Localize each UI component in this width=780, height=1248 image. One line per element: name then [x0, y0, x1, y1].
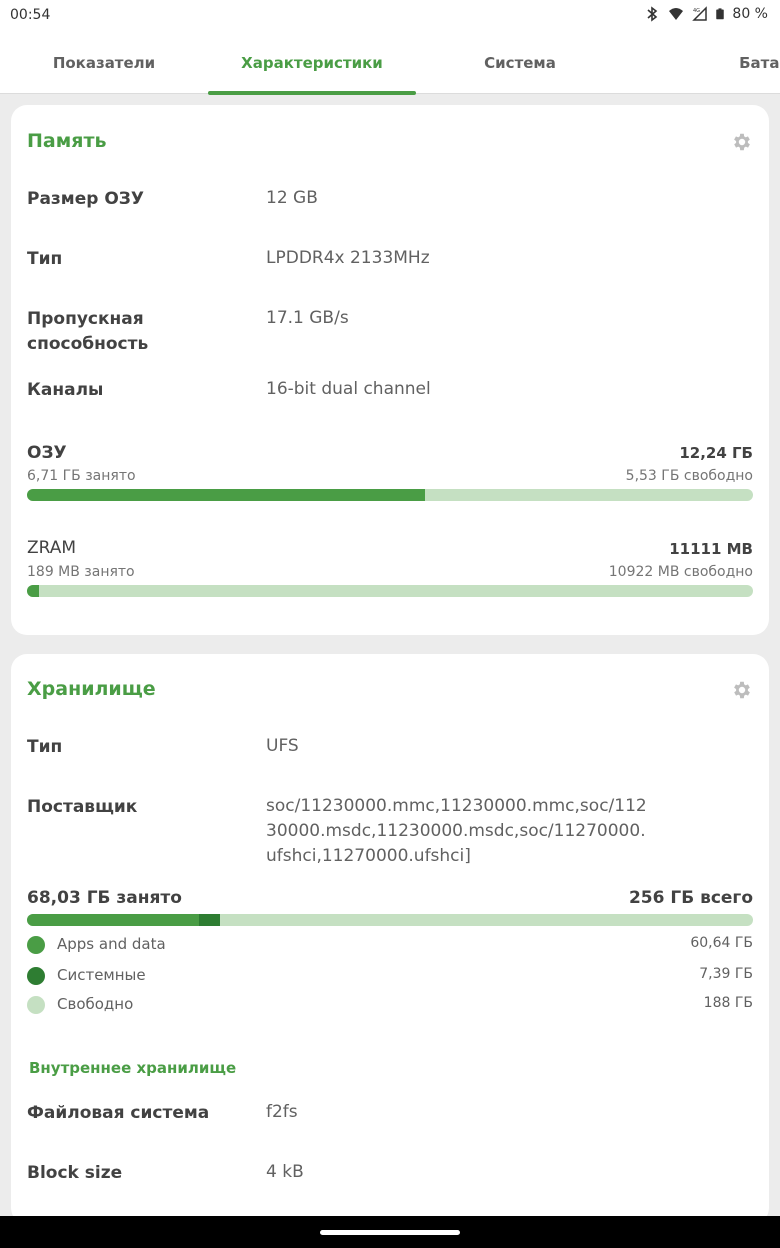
bandwidth-label: Пропускная способность — [27, 309, 149, 354]
ram-type-value: LPDDR4x 2133MHz — [266, 248, 430, 268]
zram-free: 10922 MB свободно — [608, 564, 753, 580]
filesystem-value: f2fs — [266, 1102, 298, 1122]
channels-value: 16-bit dual channel — [266, 379, 431, 399]
legend-value: 188 ГБ — [703, 995, 753, 1011]
ram-progress-fill — [27, 489, 425, 501]
legend-label: Свободно — [57, 995, 134, 1013]
legend-item-apps: Apps and data 60,64 ГБ — [27, 934, 753, 956]
storage-used: 68,03 ГБ занято — [27, 888, 182, 908]
gear-icon[interactable] — [731, 679, 753, 701]
tab-bar: Показатели Характеристики Система Батаре… — [0, 32, 780, 95]
zram-progress-bar — [27, 585, 753, 597]
storage-type-value: UFS — [266, 736, 299, 756]
legend-label: Apps and data — [57, 935, 166, 953]
internal-storage-title: Внутреннее хранилище — [29, 1059, 237, 1077]
status-bar: 00:54 4G 80 % — [0, 0, 780, 32]
legend-value: 7,39 ГБ — [699, 966, 753, 982]
wifi-icon — [669, 8, 684, 20]
home-gesture-handle[interactable] — [320, 1230, 460, 1235]
zram-bar-title: ZRAM — [27, 538, 77, 558]
battery-icon — [716, 8, 725, 20]
block-size-label: Block size — [27, 1163, 123, 1183]
memory-card: Память Размер ОЗУ 12 GB Тип LPDDR4x 2133… — [11, 105, 769, 635]
ram-free: 5,53 ГБ свободно — [625, 468, 753, 484]
zram-total: 11111 MB — [669, 540, 753, 558]
channels-label: Каналы — [27, 380, 104, 400]
memory-title: Память — [27, 130, 107, 152]
legend-label: Системные — [57, 966, 146, 984]
zram-used: 189 MB занято — [27, 564, 135, 580]
status-icons: 4G 80 % — [644, 6, 768, 22]
battery-percent: 80 % — [732, 6, 768, 22]
storage-title: Хранилище — [27, 678, 156, 700]
ram-progress-bar — [27, 489, 753, 501]
ram-type-label: Тип — [27, 249, 63, 269]
vendor-label: Поставщик — [27, 797, 138, 817]
legend-dot — [27, 967, 45, 985]
storage-progress-bar — [27, 914, 753, 926]
legend-item-system: Системные 7,39 ГБ — [27, 965, 753, 987]
zram-progress-fill — [27, 585, 40, 597]
ram-total: 12,24 ГБ — [679, 444, 753, 462]
storage-type-label: Тип — [27, 737, 63, 757]
navigation-bar — [0, 1216, 780, 1248]
ram-size-value: 12 GB — [266, 188, 318, 208]
status-time: 00:54 — [10, 7, 51, 23]
gear-icon[interactable] — [731, 131, 753, 153]
ram-used: 6,71 ГБ занято — [27, 468, 136, 484]
apps-progress-fill — [27, 914, 199, 926]
tab-battery[interactable]: Батарея — [624, 32, 780, 94]
ram-bar-title: ОЗУ — [27, 443, 67, 463]
tab-system[interactable]: Система — [416, 32, 624, 94]
tab-specifications[interactable]: Характеристики — [208, 32, 416, 95]
vendor-value: soc/11230000.mmc,11230000.mmc,soc/112300… — [266, 796, 647, 866]
storage-card: Хранилище Тип UFS Поставщик soc/11230000… — [11, 654, 769, 1224]
legend-dot — [27, 996, 45, 1014]
bandwidth-value: 17.1 GB/s — [266, 308, 349, 328]
signal-4g-icon: 4G — [692, 6, 708, 21]
legend-item-free: Свободно 188 ГБ — [27, 994, 753, 1016]
ram-size-label: Размер ОЗУ — [27, 189, 144, 209]
filesystem-label: Файловая система — [27, 1103, 210, 1123]
legend-value: 60,64 ГБ — [690, 935, 753, 951]
tab-indicators[interactable]: Показатели — [0, 32, 208, 94]
svg-text:4G: 4G — [693, 8, 700, 14]
legend-dot — [27, 936, 45, 954]
storage-total: 256 ГБ всего — [628, 888, 753, 908]
bluetooth-icon — [647, 6, 658, 22]
block-size-value: 4 kB — [266, 1162, 304, 1182]
system-progress-fill — [198, 914, 220, 926]
